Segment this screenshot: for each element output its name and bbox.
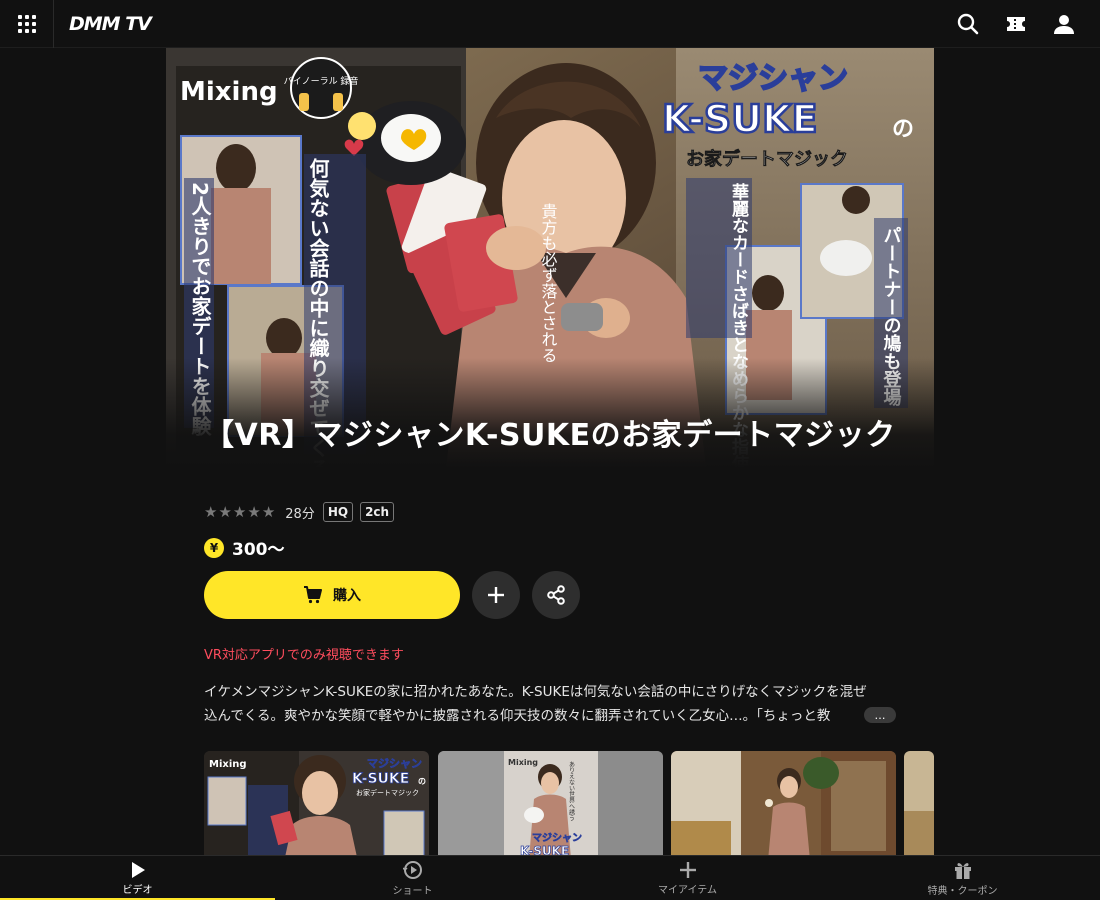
star-icon: ★	[261, 502, 276, 521]
thumb2-caption: ありえない世界へ誘う	[568, 761, 575, 821]
hero-badge-text: バイノーラル 録音	[284, 75, 359, 87]
account-button[interactable]	[1040, 0, 1088, 48]
nav-rewards-label: 特典・クーポン	[927, 886, 998, 897]
thumbnail-3[interactable]	[671, 751, 896, 855]
price-row: ¥ 300〜	[204, 535, 285, 560]
search-icon	[957, 13, 979, 35]
description-line: 込んでくる。爽やかな笑顔で軽やかに披露される仰天技の数々に翻弄されていく乙女心……	[204, 708, 831, 724]
plus-icon	[679, 862, 696, 878]
ticket-button[interactable]	[992, 0, 1040, 48]
nav-short[interactable]: ショート	[275, 856, 550, 900]
thumbnail-4[interactable]	[904, 751, 934, 855]
thumb2-title-b: K-SUKE	[520, 844, 569, 855]
nav-my-items[interactable]: マイアイテム	[550, 856, 825, 900]
cart-icon	[304, 586, 322, 604]
gift-icon	[954, 863, 971, 879]
star-icon: ★	[218, 502, 232, 521]
thumbnail-1[interactable]: Mixing マジシャン K-SUKE の お家デートマジック	[204, 751, 429, 855]
expand-description-button[interactable]: …	[864, 707, 896, 723]
thumb1-title-c: の	[418, 777, 426, 786]
hero-title-line1: マジシャン	[698, 61, 848, 96]
thumb1-title-d: お家デートマジック	[356, 788, 419, 797]
hero-title-line2: K-SUKE	[662, 97, 818, 141]
nav-video[interactable]: ビデオ	[0, 856, 275, 900]
top-bar: DMM TV	[0, 0, 1100, 48]
nav-video-label: ビデオ	[122, 885, 153, 896]
hero-brand-text: Mixing	[180, 77, 278, 107]
star-icon: ★	[232, 502, 247, 521]
nav-rewards-coupons[interactable]: 特典・クーポン	[825, 856, 1100, 900]
add-to-list-button[interactable]	[472, 571, 520, 619]
star-icon: ★	[204, 502, 218, 521]
duration-text: 28分	[285, 506, 315, 522]
short-play-icon	[402, 861, 422, 879]
hero-title-line3: の	[892, 117, 914, 142]
buy-button[interactable]: 購入	[204, 571, 460, 619]
thumb2-title-a: マジシャン	[532, 832, 582, 844]
buy-button-label: 購入	[333, 588, 361, 604]
share-button[interactable]	[532, 571, 580, 619]
audio-tag: 2ch	[360, 502, 395, 522]
plus-icon	[488, 587, 504, 603]
ticket-icon	[1007, 17, 1025, 31]
thumb1-title-b: K-SUKE	[352, 771, 409, 787]
thumbnail-2[interactable]: Mixing ありえない世界へ誘う マジシャン K-SUKE	[438, 751, 663, 855]
yen-icon: ¥	[204, 537, 224, 558]
nav-short-label: ショート	[392, 886, 433, 897]
description-line: イケメンマジシャンK-SUKEの家に招かれたあなた。K-SUKEは何気ない会話の…	[204, 684, 867, 700]
thumb1-brand: Mixing	[209, 759, 247, 770]
star-icon: ★	[247, 502, 261, 521]
star-rating: ★ ★ ★ ★ ★	[204, 502, 276, 521]
vr-only-notice: VR対応アプリでのみ視聴できます	[204, 648, 404, 663]
bottom-navigation: ビデオ ショート マイアイテム 特典・クーポン	[0, 855, 1100, 900]
user-icon	[1054, 15, 1074, 34]
page-title: 【VR】マジシャンK-SUKEのお家デートマジック	[204, 418, 896, 453]
nav-my-items-label: マイアイテム	[658, 885, 717, 896]
play-icon	[131, 862, 145, 878]
action-row: 購入	[204, 571, 580, 619]
share-icon	[547, 585, 565, 605]
description: イケメンマジシャンK-SUKEの家に招かれたあなた。K-SUKEは何気ない会話の…	[204, 680, 904, 728]
search-button[interactable]	[944, 0, 992, 48]
hero-caption-center: 貴方も必ず落とされる	[539, 203, 558, 363]
dmm-tv-logo[interactable]: DMM TV	[69, 13, 152, 35]
screenshot-carousel: Mixing マジシャン K-SUKE の お家デートマジック Mixing あ…	[204, 751, 934, 855]
hero-title-line4: お家デートマジック	[686, 148, 848, 170]
thumb2-brand: Mixing	[508, 758, 538, 767]
price-value: 300〜	[232, 540, 285, 560]
meta-row: ★ ★ ★ ★ ★ 28分 HQ 2ch	[204, 500, 401, 524]
thumb1-title-a: マジシャン	[367, 757, 422, 770]
menu-button[interactable]	[0, 0, 54, 48]
grid-menu-icon	[17, 14, 36, 33]
quality-tag: HQ	[322, 502, 354, 522]
hero-key-art: Mixing バイノーラル 録音 2人きりでお家デートを体験 何気ない会話の中に…	[166, 48, 934, 468]
